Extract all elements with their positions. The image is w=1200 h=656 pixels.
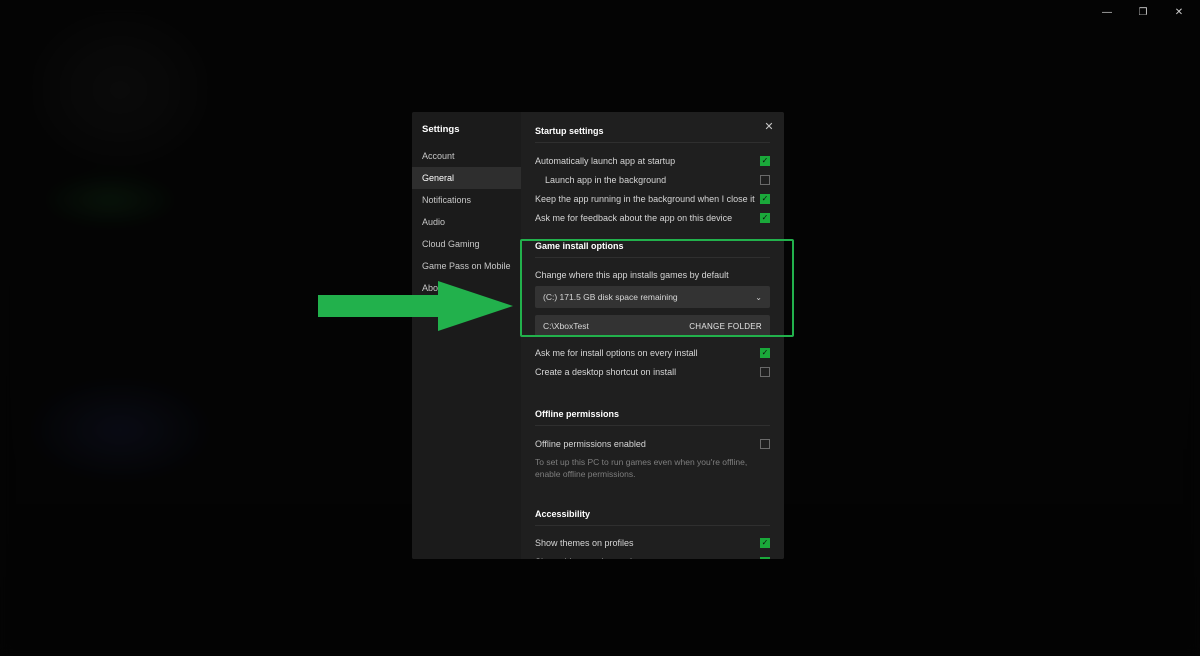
settings-modal: Settings Account General Notifications A… bbox=[412, 112, 784, 559]
sidebar-item-audio[interactable]: Audio bbox=[412, 211, 521, 233]
drive-select[interactable]: (C:) 171.5 GB disk space remaining ⌄ bbox=[535, 286, 770, 308]
row-auto-launch: Automatically launch app at startup ✓ bbox=[535, 151, 770, 170]
settings-content: ✕ Startup settings Automatically launch … bbox=[521, 112, 784, 559]
checkbox-launch-background[interactable] bbox=[760, 175, 770, 185]
row-video-preview: Show video preview on hover ✓ bbox=[535, 553, 770, 559]
checkbox-desktop-shortcut[interactable] bbox=[760, 367, 770, 377]
close-window-button[interactable]: ✕ bbox=[1170, 4, 1188, 20]
section-accessibility-title: Accessibility bbox=[535, 495, 770, 526]
label-ask-install: Ask me for install options on every inst… bbox=[535, 348, 698, 358]
folder-path-value: C:\XboxTest bbox=[543, 321, 589, 331]
label-auto-launch: Automatically launch app at startup bbox=[535, 156, 675, 166]
window-controls: — ❐ ✕ bbox=[1092, 0, 1194, 24]
label-offline-enabled: Offline permissions enabled bbox=[535, 439, 646, 449]
row-themes-profiles: Show themes on profiles ✓ bbox=[535, 534, 770, 553]
row-ask-install: Ask me for install options on every inst… bbox=[535, 343, 770, 362]
sidebar-item-general[interactable]: General bbox=[412, 167, 521, 189]
label-video-preview: Show video preview on hover bbox=[535, 557, 653, 559]
sidebar-item-cloud-gaming[interactable]: Cloud Gaming bbox=[412, 233, 521, 255]
section-offline-title: Offline permissions bbox=[535, 395, 770, 426]
label-change-where: Change where this app installs games by … bbox=[535, 266, 770, 286]
row-desktop-shortcut: Create a desktop shortcut on install bbox=[535, 362, 770, 381]
sidebar-item-account[interactable]: Account bbox=[412, 145, 521, 167]
checkbox-video-preview[interactable]: ✓ bbox=[760, 557, 770, 559]
sidebar-item-about[interactable]: About bbox=[412, 277, 521, 299]
settings-title: Settings bbox=[412, 112, 521, 145]
maximize-button[interactable]: ❐ bbox=[1134, 4, 1152, 20]
label-launch-background: Launch app in the background bbox=[545, 175, 666, 185]
close-modal-button[interactable]: ✕ bbox=[762, 120, 776, 134]
section-install-title: Game install options bbox=[535, 227, 770, 258]
checkbox-ask-install[interactable]: ✓ bbox=[760, 348, 770, 358]
checkbox-auto-launch[interactable]: ✓ bbox=[760, 156, 770, 166]
label-themes-profiles: Show themes on profiles bbox=[535, 538, 634, 548]
row-offline-enabled: Offline permissions enabled bbox=[535, 434, 770, 453]
sidebar-item-notifications[interactable]: Notifications bbox=[412, 189, 521, 211]
label-keep-running: Keep the app running in the background w… bbox=[535, 194, 755, 204]
checkbox-themes-profiles[interactable]: ✓ bbox=[760, 538, 770, 548]
sidebar-item-game-pass-mobile[interactable]: Game Pass on Mobile bbox=[412, 255, 521, 277]
checkbox-feedback[interactable]: ✓ bbox=[760, 213, 770, 223]
section-startup-title: Startup settings bbox=[535, 112, 770, 143]
label-desktop-shortcut: Create a desktop shortcut on install bbox=[535, 367, 676, 377]
section-startup: Startup settings Automatically launch ap… bbox=[521, 112, 784, 227]
settings-sidebar: Settings Account General Notifications A… bbox=[412, 112, 521, 559]
section-accessibility: Accessibility Show themes on profiles ✓ … bbox=[521, 495, 784, 559]
label-feedback: Ask me for feedback about the app on thi… bbox=[535, 213, 732, 223]
row-keep-running: Keep the app running in the background w… bbox=[535, 189, 770, 208]
section-install: Game install options Change where this a… bbox=[521, 227, 784, 381]
chevron-down-icon: ⌄ bbox=[755, 293, 762, 302]
section-offline: Offline permissions Offline permissions … bbox=[521, 395, 784, 487]
drive-select-value: (C:) 171.5 GB disk space remaining bbox=[543, 292, 678, 302]
row-feedback: Ask me for feedback about the app on thi… bbox=[535, 208, 770, 227]
offline-help-text: To set up this PC to run games even when… bbox=[535, 453, 770, 487]
folder-row: C:\XboxTest CHANGE FOLDER bbox=[535, 315, 770, 337]
minimize-button[interactable]: — bbox=[1098, 4, 1116, 20]
checkbox-offline-enabled[interactable] bbox=[760, 439, 770, 449]
change-folder-button[interactable]: CHANGE FOLDER bbox=[689, 322, 762, 331]
checkbox-keep-running[interactable]: ✓ bbox=[760, 194, 770, 204]
row-launch-background: Launch app in the background bbox=[535, 170, 770, 189]
